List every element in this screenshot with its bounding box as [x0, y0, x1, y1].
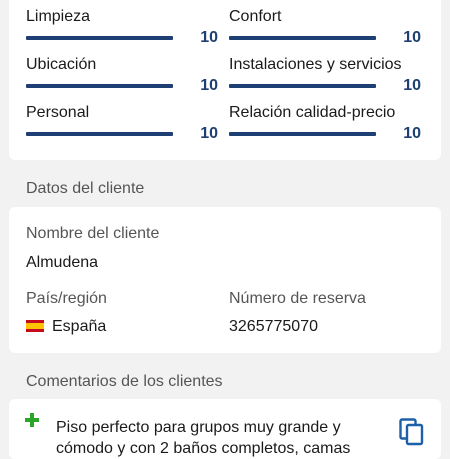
score-value: 10: [403, 77, 421, 94]
score-value: 10: [403, 29, 421, 46]
score-label: Ubicación: [26, 56, 97, 73]
spain-flag-icon: [26, 320, 44, 332]
comments-card: Piso perfecto para grupos muy grande y c…: [9, 399, 441, 459]
client-card: Nombre del cliente Almudena País/región …: [9, 207, 441, 353]
score-label: Limpieza: [26, 8, 91, 25]
scores-card: Limpieza 10 Confort 10 Ubicación 10 Inst…: [9, 0, 441, 160]
score-value: 10: [200, 29, 218, 46]
score-label: Instalaciones y servicios: [229, 56, 402, 73]
score-bar: [26, 132, 173, 136]
copy-icon[interactable]: [399, 418, 425, 446]
country-label: País/región: [26, 290, 107, 307]
score-label: Relación calidad-precio: [229, 104, 396, 121]
reservation-value: 3265775070: [229, 318, 318, 335]
client-name-value: Almudena: [26, 254, 99, 271]
score-label: Confort: [229, 8, 282, 25]
score-bar: [229, 36, 376, 40]
comments-section-title: Comentarios de los clientes: [26, 373, 223, 390]
score-bar: [229, 132, 376, 136]
comment-text: Piso perfecto para grupos muy grande y c…: [56, 419, 351, 457]
score-bar: [26, 84, 173, 88]
client-name-label: Nombre del cliente: [26, 225, 160, 242]
score-label: Personal: [26, 104, 90, 121]
score-bar: [229, 84, 376, 88]
reservation-label: Número de reserva: [229, 290, 366, 307]
score-bar: [26, 36, 173, 40]
client-section-title: Datos del cliente: [26, 180, 145, 197]
plus-icon: [25, 413, 39, 427]
score-value: 10: [200, 77, 218, 94]
country-value: España: [52, 318, 107, 335]
score-value: 10: [200, 125, 218, 142]
score-value: 10: [403, 125, 421, 142]
